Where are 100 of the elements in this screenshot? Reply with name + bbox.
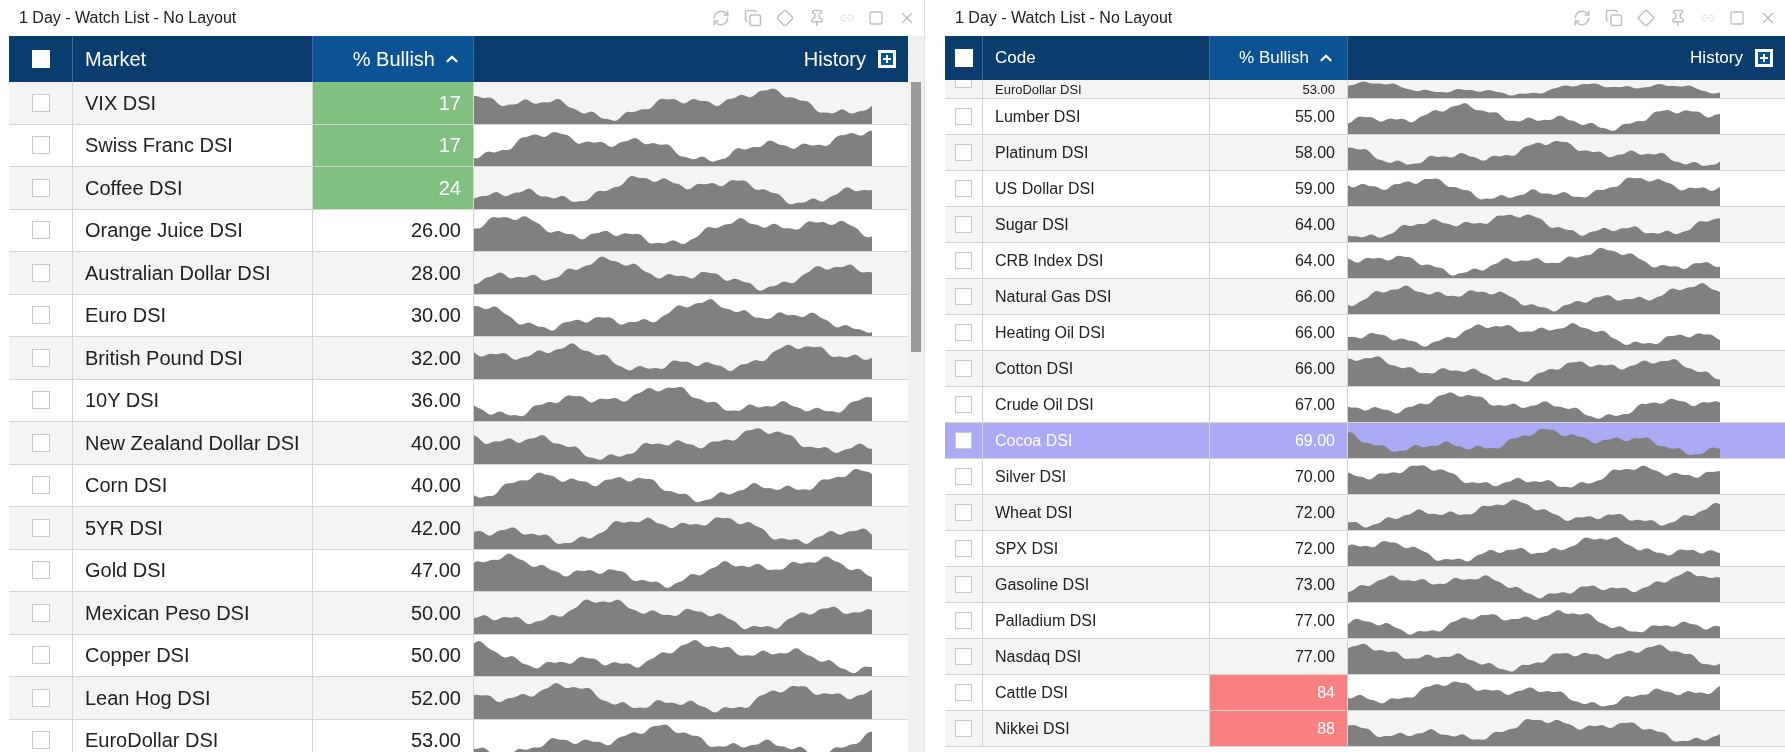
row-checkbox[interactable] [955,324,972,341]
row-checkbox[interactable] [31,646,50,665]
table-row[interactable]: Swiss Franc DSI 17 [9,124,908,167]
row-checkbox[interactable] [31,221,50,240]
row-checkbox[interactable] [955,576,972,593]
table-row[interactable]: Nikkei DSI 88 [945,711,1785,747]
table-row[interactable]: VIX DSI 17 [9,82,908,125]
table-row[interactable]: Sugar DSI 64.00 [945,207,1785,243]
row-checkbox[interactable] [955,684,972,701]
table-row[interactable]: 10Y DSI 36.00 [9,379,908,422]
row-checkbox[interactable] [31,688,50,707]
row-checkbox[interactable] [955,216,972,233]
column-header[interactable]: History [1690,45,1743,71]
row-checkbox[interactable] [955,540,972,557]
row-checkbox[interactable] [31,433,50,452]
row-checkbox[interactable] [955,720,972,737]
copy-icon[interactable] [744,9,762,27]
table-row[interactable]: Orange Juice DSI 26.00 [9,209,908,252]
row-checkbox[interactable] [955,396,972,413]
table-cell-text: Euro DSI [85,303,167,329]
table-row[interactable]: Natural Gas DSI 66.00 [945,279,1785,315]
select-all-checkbox[interactable] [31,50,50,68]
table-row[interactable]: Heating Oil DSI 66.00 [945,315,1785,351]
add-column-icon[interactable] [878,50,896,68]
table-row[interactable]: Lean Hog DSI 52.00 [9,677,908,720]
column-header[interactable]: Market [85,44,147,74]
row-checkbox[interactable] [955,80,972,88]
pin-icon[interactable] [1669,9,1687,27]
table-row[interactable]: Mexican Peso DSI 50.00 [9,592,908,635]
table-row[interactable]: Australian Dollar DSI 28.00 [9,252,908,295]
table-cell-text: Corn DSI [85,473,168,499]
row-checkbox[interactable] [31,603,50,622]
add-column-icon[interactable] [1755,49,1773,67]
table-row[interactable]: 5YR DSI 42.00 [9,507,908,550]
maximize-icon[interactable] [868,10,884,26]
row-checkbox[interactable] [955,612,972,629]
row-checkbox[interactable] [31,561,50,580]
row-checkbox[interactable] [955,288,972,305]
row-checkbox[interactable] [955,144,972,161]
row-checkbox[interactable] [31,306,50,325]
diamond-icon[interactable] [776,9,794,27]
table-row[interactable]: Wheat DSI 72.00 [945,495,1785,531]
scrollbar-thumb[interactable] [911,82,921,352]
table-cell-text: Nikkei DSI [995,718,1070,739]
table-row[interactable]: Cotton DSI 66.00 [945,351,1785,387]
table-row[interactable]: Cattle DSI 84 [945,675,1785,711]
table-row[interactable]: New Zealand Dollar DSI 40.00 [9,422,908,465]
sorted-column-header[interactable]: % Bullish [313,36,474,82]
row-checkbox[interactable] [31,136,50,155]
sorted-column-header[interactable]: % Bullish [1210,36,1348,80]
maximize-icon[interactable] [1729,10,1745,26]
table-row[interactable]: Corn DSI 40.00 [9,464,908,507]
column-header[interactable]: History [803,44,866,74]
table-row[interactable]: Silver DSI 70.00 [945,459,1785,495]
table-cell-text: Heating Oil DSI [995,322,1106,343]
table-row[interactable]: Palladium DSI 77.00 [945,603,1785,639]
row-checkbox[interactable] [955,468,972,485]
table-row[interactable]: Platinum DSI 58.00 [945,135,1785,171]
row-checkbox[interactable] [31,391,50,410]
row-checkbox[interactable] [955,252,972,269]
refresh-icon[interactable] [1573,9,1591,27]
row-checkbox[interactable] [955,108,972,125]
table-row[interactable]: SPX DSI 72.00 [945,531,1785,567]
select-all-checkbox[interactable] [954,49,973,67]
table-row[interactable]: Gasoline DSI 73.00 [945,567,1785,603]
row-checkbox[interactable] [955,180,972,197]
row-checkbox[interactable] [31,731,50,750]
link-icon[interactable] [1701,11,1715,25]
table-row[interactable]: CRB Index DSI 64.00 [945,243,1785,279]
row-checkbox[interactable] [31,518,50,537]
table-cell-text: Lumber DSI [995,106,1081,127]
row-checkbox[interactable] [955,432,972,449]
table-row[interactable]: Euro DSI 30.00 [9,294,908,337]
table-row[interactable]: US Dollar DSI 59.00 [945,171,1785,207]
table-row[interactable]: Gold DSI 47.00 [9,549,908,592]
table-row[interactable]: Lumber DSI 55.00 [945,99,1785,135]
table-row[interactable]: Crude Oil DSI 67.00 [945,387,1785,423]
row-checkbox[interactable] [955,504,972,521]
row-checkbox[interactable] [31,263,50,282]
table-row[interactable]: Coffee DSI 24 [9,167,908,210]
row-checkbox[interactable] [31,476,50,495]
table-cell-text: VIX DSI [85,90,157,116]
column-header[interactable]: Code [995,45,1036,71]
copy-icon[interactable] [1605,9,1623,27]
link-icon[interactable] [840,11,854,25]
diamond-icon[interactable] [1637,9,1655,27]
row-checkbox[interactable] [31,348,50,367]
table-row[interactable]: EuroDollar DSI 53.00 [945,80,1785,99]
table-row[interactable]: British Pound DSI 32.00 [9,337,908,380]
refresh-icon[interactable] [712,9,730,27]
pin-icon[interactable] [808,9,826,27]
row-checkbox[interactable] [31,178,50,197]
row-checkbox[interactable] [955,648,972,665]
row-checkbox[interactable] [31,93,50,112]
table-cell-text: 5YR DSI [85,515,163,541]
scrollbar[interactable] [908,36,924,752]
table-row[interactable]: Nasdaq DSI 77.00 [945,639,1785,675]
row-checkbox[interactable] [955,360,972,377]
window-title: 1 Day - Watch List - No Layout [954,8,1173,28]
table-row[interactable]: Copper DSI 50.00 [9,634,908,677]
